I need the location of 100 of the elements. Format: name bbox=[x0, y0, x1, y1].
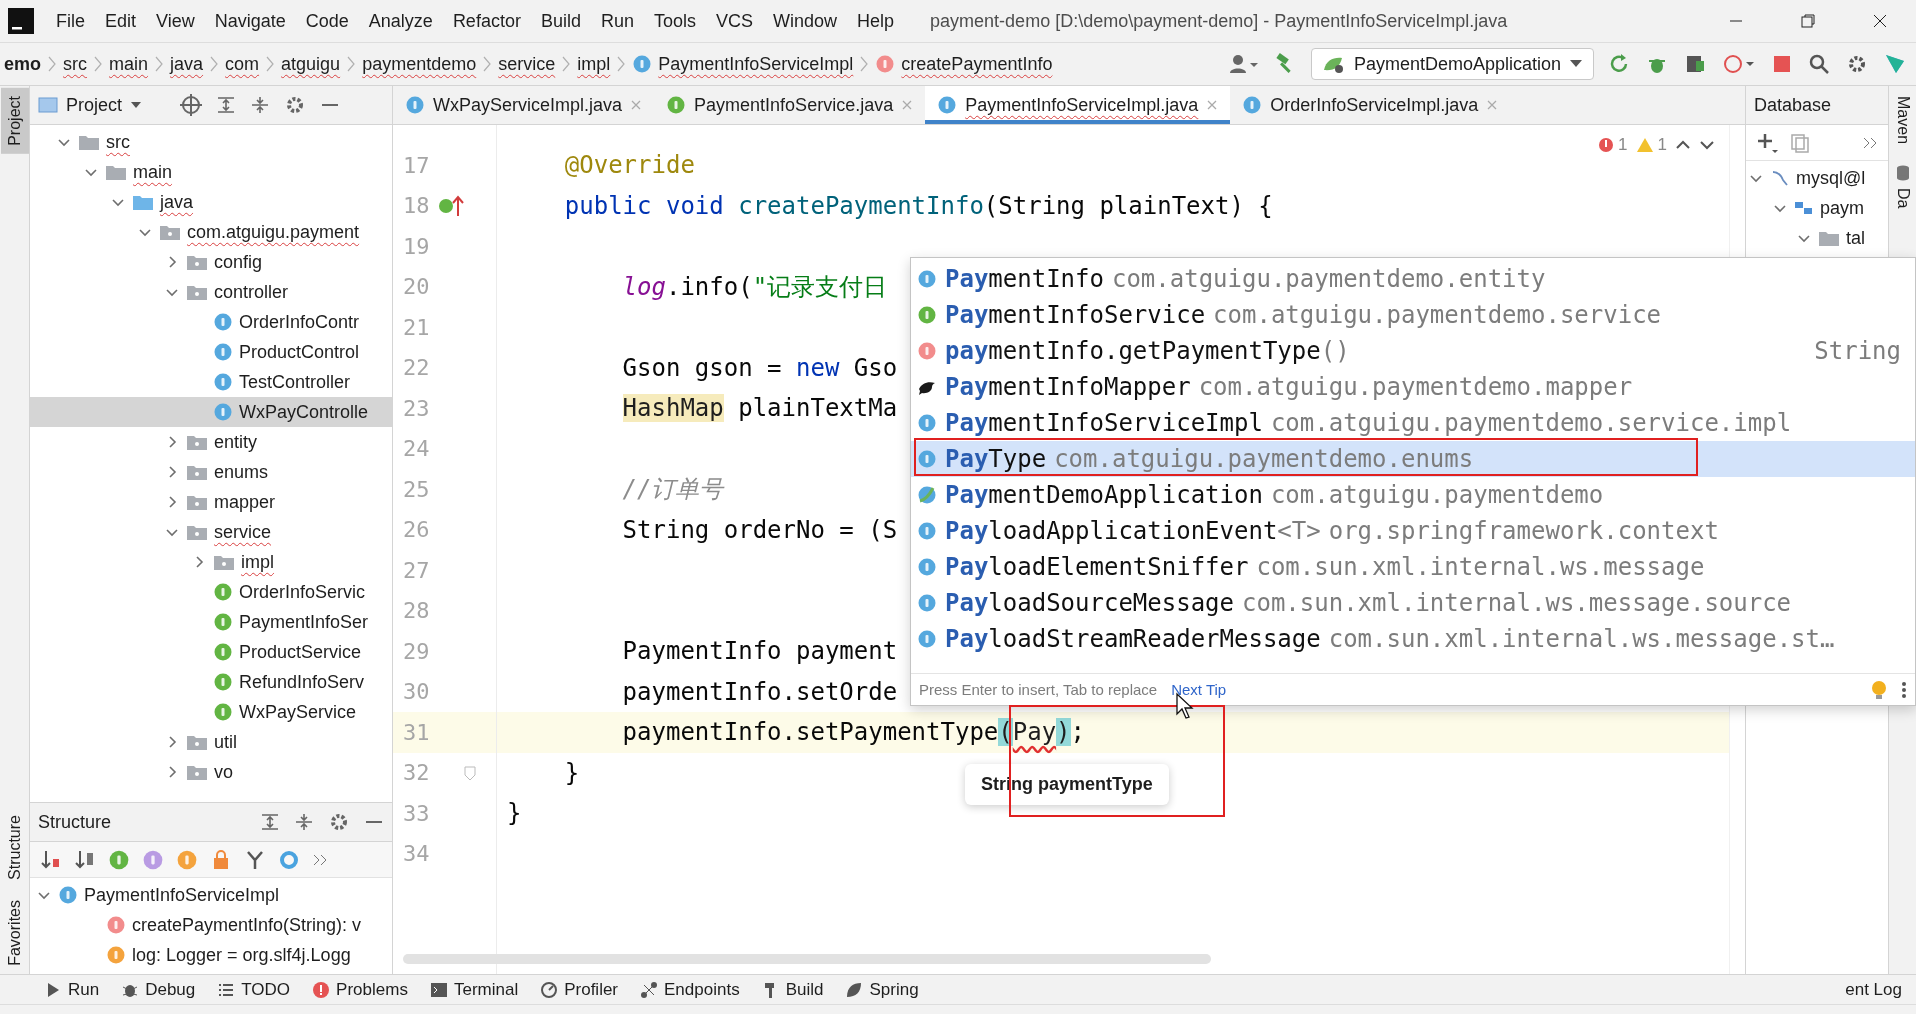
breadcrumb[interactable]: main bbox=[105, 53, 153, 75]
breadcrumb[interactable]: atguigu bbox=[277, 53, 345, 75]
sort-alphabetical-icon[interactable] bbox=[74, 848, 96, 871]
tree-item[interactable]: config bbox=[30, 247, 392, 277]
tree-item[interactable]: enums bbox=[30, 457, 392, 487]
tree-item[interactable]: WxPayService bbox=[30, 697, 392, 727]
breadcrumb[interactable]: createPaymentInfo bbox=[871, 53, 1057, 75]
warning-count[interactable]: 1 bbox=[1635, 135, 1667, 155]
tree-item[interactable]: mapper bbox=[30, 487, 392, 517]
expand-all-icon[interactable] bbox=[216, 95, 237, 115]
settings-icon[interactable] bbox=[328, 811, 350, 833]
completion-item[interactable]: PaymentInfo com.atguigu.paymentdemo.entity bbox=[911, 261, 1915, 297]
tree-item[interactable]: java bbox=[30, 187, 392, 217]
editor-tab[interactable]: PaymentInfoService.java bbox=[654, 86, 926, 124]
breadcrumb[interactable]: java bbox=[166, 53, 208, 75]
tool-window-button[interactable]: TODO bbox=[217, 979, 291, 1000]
menu-item[interactable]: Build bbox=[530, 10, 591, 32]
completion-item[interactable]: PaymentInfoMapper com.atguigu.paymentdemo.mapper bbox=[911, 369, 1915, 405]
tree-item[interactable]: ProductService bbox=[30, 637, 392, 667]
tool-window-tab[interactable]: Favorites bbox=[0, 892, 29, 974]
menu-item[interactable]: VCS bbox=[706, 10, 763, 32]
tree-item[interactable]: RefundInfoServ bbox=[30, 667, 392, 697]
tool-window-button[interactable]: Build bbox=[761, 979, 824, 1000]
completion-item[interactable]: paymentInfo.getPaymentType() String bbox=[911, 333, 1915, 369]
tree-item[interactable]: mysql@l bbox=[1746, 163, 1888, 193]
breadcrumb[interactable]: emo bbox=[0, 53, 45, 75]
tree-item[interactable]: OrderInfoContr bbox=[30, 307, 392, 337]
breadcrumb[interactable]: PaymentInfoServiceImpl bbox=[628, 53, 858, 75]
collapse-all-icon[interactable] bbox=[250, 95, 271, 115]
menu-item[interactable]: Edit bbox=[95, 10, 147, 32]
completion-item[interactable]: PaymentDemoApplication com.atguigu.paymentdemo bbox=[911, 477, 1915, 513]
tree-item[interactable]: PaymentInfoServiceImpl bbox=[30, 880, 392, 910]
add-icon[interactable] bbox=[1756, 131, 1778, 154]
tree-item[interactable]: service bbox=[30, 517, 392, 547]
completion-item[interactable]: PayloadStreamReaderMessage com.sun.xml.internal.ws.message.st… bbox=[911, 621, 1915, 657]
completion-item[interactable]: PaymentInfoService com.atguigu.paymentdemo.service bbox=[911, 297, 1915, 333]
run-configuration-dropdown[interactable]: PaymentDemoApplication bbox=[1310, 48, 1594, 80]
sort-icon[interactable] bbox=[40, 848, 62, 871]
tree-item[interactable]: ProductControl bbox=[30, 337, 392, 367]
tool-window-button[interactable]: ent Log bbox=[1845, 979, 1902, 1000]
tree-item[interactable]: tal bbox=[1746, 223, 1888, 253]
tool-window-button[interactable]: Run bbox=[44, 979, 100, 1000]
tool-window-button[interactable]: Problems bbox=[312, 979, 408, 1000]
editor-tab[interactable]: PaymentInfoServiceImpl.java bbox=[925, 86, 1231, 124]
view-selector-dropdown[interactable]: Project bbox=[38, 94, 143, 116]
completion-item[interactable]: PayloadSourceMessage com.sun.xml.internal.ws.message.source bbox=[911, 585, 1915, 621]
tool-window-tab[interactable]: Project bbox=[0, 88, 29, 154]
tree-item[interactable]: paym bbox=[1746, 193, 1888, 223]
tree-item[interactable]: entity bbox=[30, 427, 392, 457]
tool-window-tab[interactable]: Maven bbox=[1888, 88, 1916, 153]
collapse-all-icon[interactable] bbox=[294, 812, 314, 832]
breadcrumb[interactable]: com bbox=[221, 53, 264, 75]
lightbulb-icon[interactable] bbox=[1871, 679, 1887, 700]
breadcrumb[interactable]: src bbox=[59, 53, 91, 75]
scrollbar[interactable] bbox=[403, 954, 1211, 964]
breadcrumb[interactable]: service bbox=[494, 53, 560, 75]
ring-icon[interactable] bbox=[278, 848, 300, 871]
tool-window-button[interactable]: Profiler bbox=[540, 979, 619, 1000]
menu-item[interactable]: Help bbox=[847, 10, 905, 32]
tool-window-button[interactable]: Debug bbox=[121, 979, 196, 1000]
tree-item[interactable]: controller bbox=[30, 277, 392, 307]
editor-tab[interactable]: OrderInfoServiceImpl.java bbox=[1230, 86, 1511, 124]
menu-item[interactable]: File bbox=[46, 10, 95, 32]
implements-icon[interactable] bbox=[437, 193, 465, 218]
tree-item[interactable]: TestController bbox=[30, 367, 392, 397]
tree-item[interactable]: OrderInfoServic bbox=[30, 577, 392, 607]
completion-item[interactable]: PayloadApplicationEvent<T> org.springframework.context bbox=[911, 513, 1915, 549]
breadcrumb[interactable]: impl bbox=[573, 53, 615, 75]
tree-item[interactable]: util bbox=[30, 727, 392, 757]
menu-item[interactable]: Window bbox=[763, 10, 848, 32]
tree-item[interactable]: createPaymentInfo(String): v bbox=[30, 910, 392, 940]
tree-item[interactable]: com.atguigu.payment bbox=[30, 217, 392, 247]
more-options-icon[interactable] bbox=[1901, 680, 1907, 699]
locate-icon[interactable] bbox=[180, 94, 203, 116]
tree-item[interactable]: main bbox=[30, 157, 392, 187]
tool-window-tab[interactable]: Structure bbox=[0, 807, 29, 889]
tree-item[interactable]: src bbox=[30, 127, 392, 157]
menu-item[interactable]: Code bbox=[295, 10, 359, 32]
menu-item[interactable]: View bbox=[146, 10, 205, 32]
tree-item[interactable]: log: Logger = org.slf4j.Logg bbox=[30, 940, 392, 970]
next-tip-link[interactable]: Next Tip bbox=[1171, 681, 1227, 698]
completion-item[interactable]: PayloadElementSniffer com.sun.xml.internal.ws.message bbox=[911, 549, 1915, 585]
tree-item[interactable]: vo bbox=[30, 757, 392, 787]
expand-all-icon[interactable] bbox=[260, 812, 280, 832]
editor-tab[interactable]: WxPayServiceImpl.java bbox=[393, 86, 655, 124]
completion-item[interactable]: PaymentInfoServiceImpl com.atguigu.paymentdemo.service.impl bbox=[911, 405, 1915, 441]
breadcrumb[interactable]: paymentdemo bbox=[358, 53, 481, 75]
tree-item[interactable]: WxPayControlle bbox=[30, 397, 392, 427]
error-count[interactable]: 1 bbox=[1598, 135, 1628, 155]
menu-item[interactable]: Run bbox=[590, 10, 644, 32]
menu-item[interactable]: Tools bbox=[643, 10, 706, 32]
tool-window-button[interactable]: Spring bbox=[845, 979, 919, 1000]
completion-item[interactable]: PayType com.atguigu.paymentdemo.enums bbox=[911, 441, 1915, 477]
tree-item[interactable]: impl bbox=[30, 547, 392, 577]
menu-item[interactable]: Refactor bbox=[442, 10, 531, 32]
menu-item[interactable]: Navigate bbox=[204, 10, 296, 32]
tool-window-button[interactable]: Endpoints bbox=[640, 979, 740, 1000]
tree-item[interactable]: PaymentInfoSer bbox=[30, 607, 392, 637]
menu-item[interactable]: Analyze bbox=[358, 10, 443, 32]
tool-window-button[interactable]: Terminal bbox=[429, 979, 519, 1000]
